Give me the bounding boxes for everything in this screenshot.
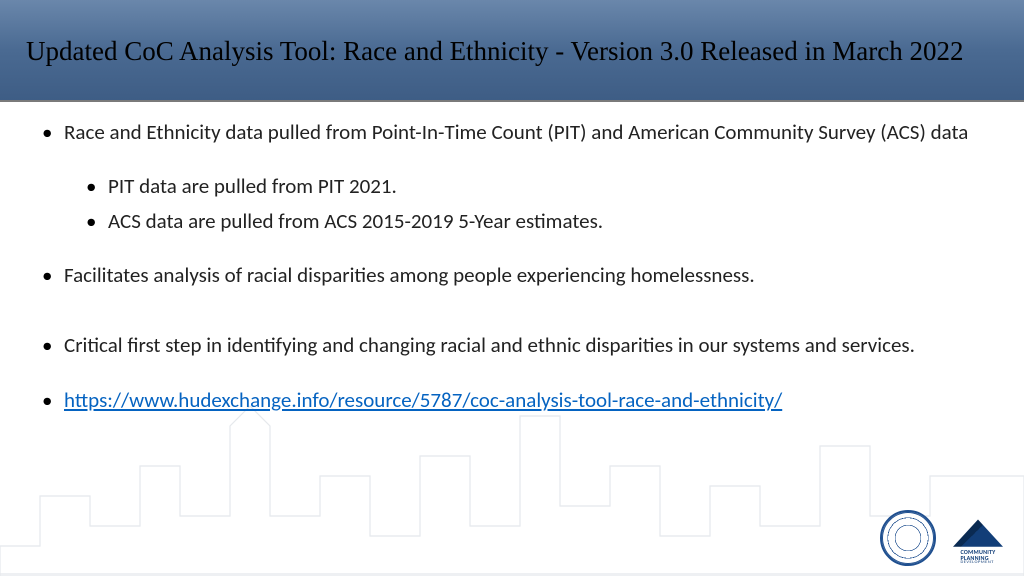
bullet-text: Race and Ethnicity data pulled from Poin… — [64, 119, 968, 145]
bullet-item-link: https://www.hudexchange.info/resource/57… — [36, 386, 988, 414]
logo-strip: COMMUNITY PLANNING DEVELOPMENT — [880, 510, 1010, 566]
bullet-list: Facilitates analysis of racial dispariti… — [36, 261, 988, 289]
cpd-logo: COMMUNITY PLANNING DEVELOPMENT — [946, 513, 1010, 566]
bullet-item: Critical first step in identifying and c… — [36, 331, 988, 359]
cpd-mark-icon — [953, 513, 1003, 547]
bullet-item: Race and Ethnicity data pulled from Poin… — [36, 118, 988, 146]
hud-seal-icon — [880, 510, 936, 566]
bullet-item: PIT data are pulled from PIT 2021. — [80, 172, 988, 200]
bullet-text: Facilitates analysis of racial dispariti… — [64, 262, 755, 288]
slide: Updated CoC Analysis Tool: Race and Ethn… — [0, 0, 1024, 576]
bullet-list: https://www.hudexchange.info/resource/57… — [36, 386, 988, 414]
bullet-text: ACS data are pulled from ACS 2015-2019 5… — [108, 208, 603, 234]
bullet-list: Critical first step in identifying and c… — [36, 331, 988, 359]
resource-link[interactable]: https://www.hudexchange.info/resource/57… — [64, 387, 782, 413]
cpd-line: DEVELOPMENT — [960, 561, 995, 566]
bullet-item: Facilitates analysis of racial dispariti… — [36, 261, 988, 289]
bullet-text: PIT data are pulled from PIT 2021. — [108, 173, 397, 199]
title-band: Updated CoC Analysis Tool: Race and Ethn… — [0, 0, 1024, 102]
slide-title: Updated CoC Analysis Tool: Race and Ethn… — [26, 33, 963, 69]
bullet-item: ACS data are pulled from ACS 2015-2019 5… — [80, 207, 988, 235]
slide-body: Race and Ethnicity data pulled from Poin… — [36, 118, 988, 564]
cpd-logo-text: COMMUNITY PLANNING DEVELOPMENT — [960, 549, 995, 566]
bullet-list: Race and Ethnicity data pulled from Poin… — [36, 118, 988, 146]
bullet-list: PIT data are pulled from PIT 2021. ACS d… — [36, 172, 988, 235]
bullet-text: Critical first step in identifying and c… — [64, 332, 915, 358]
